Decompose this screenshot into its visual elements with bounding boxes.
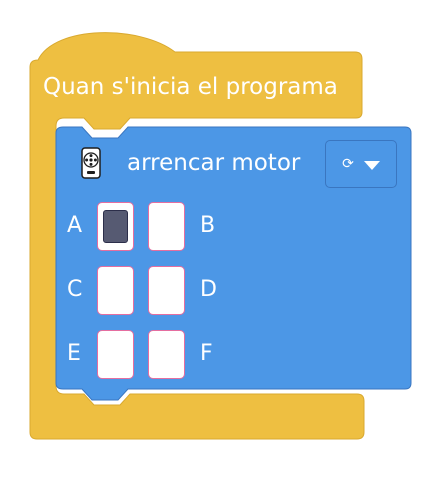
port-label-a: A (67, 213, 83, 238)
motor-block-label: arrencar motor (127, 150, 301, 176)
block-canvas: Quan s'inicia el programa arrencar motor… (0, 0, 446, 500)
port-label-c: C (67, 277, 83, 302)
port-label-f: F (200, 341, 213, 366)
port-d-checkbox[interactable] (148, 266, 185, 315)
port-e-checkbox[interactable] (97, 330, 134, 379)
port-c-checkbox[interactable] (97, 266, 134, 315)
direction-dropdown[interactable]: ⟳ (325, 140, 397, 188)
port-b-checkbox[interactable] (148, 202, 185, 251)
hat-block-label: Quan s'inicia el programa (43, 74, 338, 100)
port-label-e: E (67, 341, 81, 366)
port-f-checkbox[interactable] (148, 330, 185, 379)
port-label-d: D (200, 277, 217, 302)
chevron-down-icon (363, 160, 380, 170)
port-a-checkbox[interactable] (97, 202, 134, 251)
port-label-b: B (200, 213, 216, 238)
motor-icon (81, 147, 101, 179)
rotate-clockwise-icon: ⟳ (342, 156, 354, 172)
